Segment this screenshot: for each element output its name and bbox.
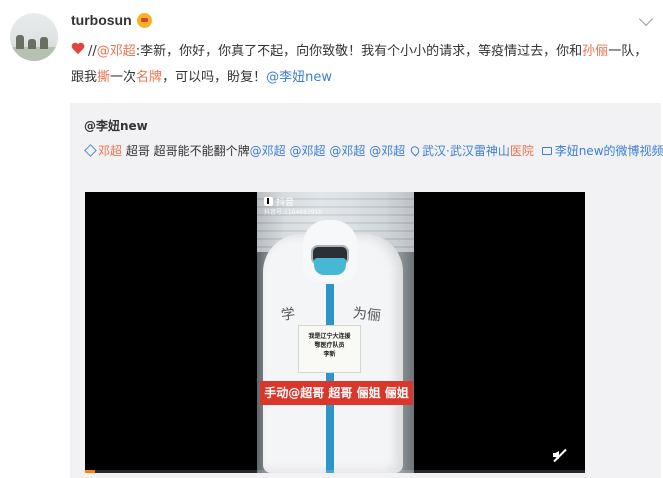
suit-writing: 为俪 <box>352 305 382 325</box>
repost-username[interactable]: @李妞new <box>84 117 148 134</box>
repost-mention[interactable]: @邓超 <box>329 144 365 158</box>
avatar[interactable] <box>10 13 58 61</box>
post-prefix: // <box>88 44 97 59</box>
repost-mention[interactable]: @邓超 <box>250 144 286 158</box>
post-username-row: turbosun <box>71 12 152 28</box>
paper-line: 我是辽宁大连援 <box>308 333 351 340</box>
avatar-ground <box>10 47 58 61</box>
video-progress-bar[interactable] <box>85 470 585 473</box>
video-progress-fill <box>85 470 95 473</box>
repost-video-link[interactable]: 李妞new的微博视频 <box>555 144 663 158</box>
video-zipper <box>326 284 334 473</box>
super-topic-icon <box>84 144 97 157</box>
paper-line: 鄂医疗队员 <box>314 342 345 349</box>
tiktok-watermark: 抖音 抖音号:1104683910 <box>264 197 322 218</box>
repost-mention[interactable]: @邓超 <box>290 144 326 158</box>
post-text-part: 一次 <box>110 70 137 85</box>
video-frame: 学 为俪 我是辽宁大连援 鄂医疗队员 李新 抖音 抖音号:1104683910 … <box>257 192 414 473</box>
video-player[interactable]: 学 为俪 我是辽宁大连援 鄂医疗队员 李新 抖音 抖音号:1104683910 … <box>85 192 585 473</box>
video-link-icon <box>541 147 552 155</box>
repost-text: 邓超 超哥 超哥能不能翻个牌@邓超 @邓超 @邓超 @邓超 武汉·武汉雷神山医院… <box>84 142 663 159</box>
video-caption: 手动@超哥 超哥 俪姐 俪姐 <box>260 381 413 405</box>
heart-icon <box>71 43 85 56</box>
post-mention-dengchao[interactable]: @邓超 <box>97 44 136 59</box>
paper-line: 李新 <box>323 351 336 358</box>
tiktok-app-name: 抖音 <box>276 198 295 208</box>
video-mask <box>314 258 346 275</box>
repost-location[interactable]: 武汉·武汉雷神山 <box>422 144 510 158</box>
chevron-down-icon[interactable] <box>638 11 654 27</box>
post-username[interactable]: turbosun <box>71 12 132 28</box>
tiktok-logo-icon <box>264 197 273 206</box>
avatar-tree <box>28 39 36 49</box>
repost-tag-dengchao[interactable]: 邓超 <box>98 144 122 158</box>
post-keyword-si[interactable]: 撕 <box>97 70 110 85</box>
repost-text-plain: 超哥 超哥能不能翻个牌 <box>122 144 250 158</box>
post-keyword-mingpai[interactable]: 名牌 <box>136 70 162 85</box>
post-text: //@邓超:李新，你好，你真了不起，向你致敬！我有个小小的请求，等疫情过去，你和… <box>71 39 651 91</box>
mute-icon[interactable] <box>553 448 569 463</box>
location-pin-icon <box>409 144 422 157</box>
vip-crown-icon[interactable] <box>136 12 152 28</box>
post-keyword-sunli[interactable]: 孙俪 <box>582 44 608 59</box>
video-paper-sign: 我是辽宁大连援 鄂医疗队员 李新 <box>298 325 361 373</box>
avatar-tree <box>16 35 24 49</box>
post-text-part: :李新，你好，你真了不起，向你致敬！我有个小小的请求，等疫情过去，你和 <box>135 44 583 59</box>
avatar-tree <box>40 37 48 49</box>
repost-mention[interactable]: @邓超 <box>369 144 405 158</box>
post-mention-liniu[interactable]: @李妞new <box>266 70 332 85</box>
repost-location-hl[interactable]: 医院 <box>510 144 534 158</box>
post-text-part: ，可以吗，盼复！ <box>162 70 267 85</box>
tiktok-id: 抖音号:1104683910 <box>264 209 323 216</box>
repost-card: @李妞new 邓超 超哥 超哥能不能翻个牌@邓超 @邓超 @邓超 @邓超 武汉·… <box>70 103 663 478</box>
suit-writing: 学 <box>280 306 297 324</box>
